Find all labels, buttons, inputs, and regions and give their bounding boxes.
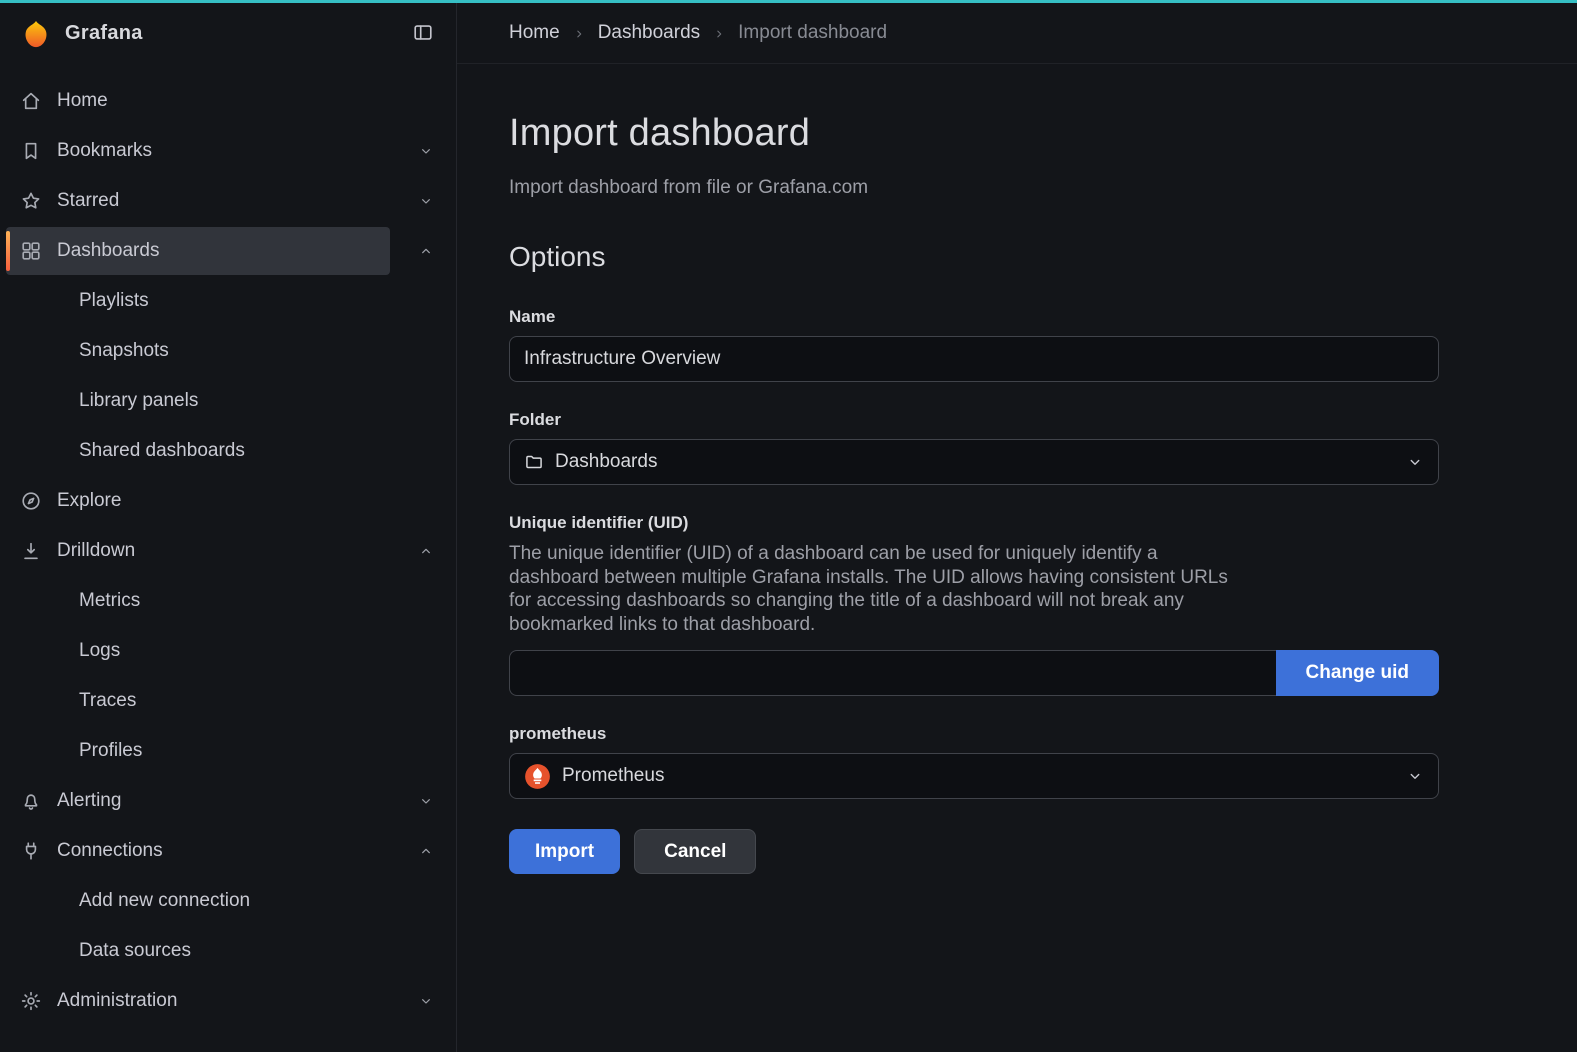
sidebar-item-snapshots[interactable]: Snapshots bbox=[0, 326, 456, 376]
breadcrumb-item-home[interactable]: Home bbox=[509, 22, 560, 44]
datasource-select[interactable]: Prometheus bbox=[509, 753, 1439, 799]
form-actions: Import Cancel bbox=[509, 829, 1525, 874]
sidebar-item-label: Data sources bbox=[79, 940, 191, 962]
sidebar-item-playlists[interactable]: Playlists bbox=[0, 276, 456, 326]
import-button[interactable]: Import bbox=[509, 829, 620, 874]
datasource-select-value: Prometheus bbox=[562, 765, 664, 787]
home-icon bbox=[20, 90, 42, 112]
sidebar-item-label: Metrics bbox=[79, 590, 140, 612]
chevron-right-icon bbox=[572, 27, 586, 41]
folder-label: Folder bbox=[509, 410, 1439, 430]
sidebar-item-connections[interactable]: Connections bbox=[0, 826, 456, 876]
breadcrumb-item-dashboards[interactable]: Dashboards bbox=[598, 22, 700, 44]
dashboard-name-input[interactable] bbox=[509, 336, 1439, 382]
sidebar-item-label: Library panels bbox=[79, 390, 198, 412]
sidebar-item-starred[interactable]: Starred bbox=[0, 176, 456, 226]
uid-description: The unique identifier (UID) of a dashboa… bbox=[509, 542, 1249, 636]
sidebar-item-add-new-connection[interactable]: Add new connection bbox=[0, 876, 456, 926]
chevron-down-icon bbox=[1406, 767, 1424, 785]
brand-name: Grafana bbox=[65, 22, 143, 45]
bell-icon bbox=[20, 790, 42, 812]
folder-icon bbox=[524, 452, 544, 472]
sidebar-item-explore[interactable]: Explore bbox=[0, 476, 456, 526]
breadcrumb: Home Dashboards Import dashboard bbox=[509, 22, 887, 44]
sidebar-item-label: Alerting bbox=[57, 790, 121, 812]
sidebar-toggle-button[interactable] bbox=[408, 17, 438, 50]
sidebar-item-label: Dashboards bbox=[57, 240, 159, 262]
topbar: Home Dashboards Import dashboard bbox=[457, 3, 1577, 64]
sidebar-item-library-panels[interactable]: Library panels bbox=[0, 376, 456, 426]
datasource-field: prometheus Prometheus bbox=[509, 724, 1439, 799]
sidebar-item-data-sources[interactable]: Data sources bbox=[0, 926, 456, 976]
sidebar-item-bookmarks[interactable]: Bookmarks bbox=[0, 126, 456, 176]
chevron-up-icon bbox=[418, 843, 434, 859]
sidebar-item-traces[interactable]: Traces bbox=[0, 676, 456, 726]
uid-input[interactable] bbox=[509, 650, 1276, 696]
sidebar-nav: Home Bookmarks Starred Dashboards Playlists S… bbox=[0, 64, 456, 1026]
breadcrumb-item-import-dashboard: Import dashboard bbox=[738, 22, 887, 44]
cancel-button[interactable]: Cancel bbox=[634, 829, 756, 874]
chevron-down-icon bbox=[418, 193, 434, 209]
sidebar-item-home[interactable]: Home bbox=[0, 76, 456, 126]
folder-select[interactable]: Dashboards bbox=[509, 439, 1439, 485]
datasource-label: prometheus bbox=[509, 724, 1439, 744]
sidebar-item-label: Playlists bbox=[79, 290, 149, 312]
folder-field: Folder Dashboards bbox=[509, 410, 1439, 485]
sidebar-item-label: Logs bbox=[79, 640, 120, 662]
sidebar: Grafana Home Bookmarks Starred Dashboards Pl… bbox=[0, 3, 457, 1052]
sidebar-item-label: Drilldown bbox=[57, 540, 135, 562]
chevron-down-icon bbox=[418, 143, 434, 159]
plug-icon bbox=[20, 840, 42, 862]
sidebar-item-label: Traces bbox=[79, 690, 136, 712]
sidebar-item-label: Home bbox=[57, 90, 108, 112]
app: Grafana Home Bookmarks Starred Dashboards Pl… bbox=[0, 3, 1577, 1052]
sidebar-item-label: Snapshots bbox=[79, 340, 169, 362]
sidebar-item-label: Starred bbox=[57, 190, 119, 212]
chevron-down-icon bbox=[1406, 453, 1424, 471]
page-content: Import dashboard Import dashboard from f… bbox=[457, 64, 1577, 1052]
chevron-up-icon bbox=[418, 543, 434, 559]
sidebar-item-label: Administration bbox=[57, 990, 177, 1012]
uid-label: Unique identifier (UID) bbox=[509, 513, 1439, 533]
sidebar-item-logs[interactable]: Logs bbox=[0, 626, 456, 676]
sidebar-item-dashboards[interactable]: Dashboards bbox=[0, 226, 456, 276]
sidebar-item-metrics[interactable]: Metrics bbox=[0, 576, 456, 626]
chevron-down-icon bbox=[418, 993, 434, 1009]
folder-select-value: Dashboards bbox=[555, 451, 657, 473]
main-area: HomeDashboardsImport dashboard Import da… bbox=[457, 3, 1577, 1052]
sidebar-item-label: Add new connection bbox=[79, 890, 250, 912]
sidebar-item-shared-dashboards[interactable]: Shared dashboards bbox=[0, 426, 456, 476]
grafana-logo-icon[interactable] bbox=[20, 18, 52, 50]
name-label: Name bbox=[509, 307, 1439, 327]
sidebar-item-label: Bookmarks bbox=[57, 140, 152, 162]
chevron-down-icon bbox=[418, 793, 434, 809]
sidebar-item-administration[interactable]: Administration bbox=[0, 976, 456, 1026]
star-icon bbox=[20, 190, 42, 212]
uid-field: Unique identifier (UID) The unique ident… bbox=[509, 513, 1439, 696]
prometheus-icon bbox=[524, 763, 551, 790]
compass-icon bbox=[20, 490, 42, 512]
sidebar-header: Grafana bbox=[0, 3, 456, 64]
gear-icon bbox=[20, 990, 42, 1012]
name-field: Name bbox=[509, 307, 1439, 382]
apps-icon bbox=[20, 240, 42, 262]
sidebar-item-label: Shared dashboards bbox=[79, 440, 245, 462]
page-title: Import dashboard bbox=[509, 112, 1525, 155]
sidebar-item-label: Explore bbox=[57, 490, 121, 512]
sidebar-item-alerting[interactable]: Alerting bbox=[0, 776, 456, 826]
sidebar-item-profiles[interactable]: Profiles bbox=[0, 726, 456, 776]
chevron-right-icon bbox=[712, 27, 726, 41]
chevron-up-icon bbox=[418, 243, 434, 259]
options-heading: Options bbox=[509, 241, 1525, 273]
change-uid-button[interactable]: Change uid bbox=[1276, 650, 1439, 696]
sidebar-item-drilldown[interactable]: Drilldown bbox=[0, 526, 456, 576]
sidebar-item-label: Connections bbox=[57, 840, 163, 862]
page-subtitle: Import dashboard from file or Grafana.co… bbox=[509, 177, 1525, 199]
bookmark-icon bbox=[20, 140, 42, 162]
drilldown-icon bbox=[20, 540, 42, 562]
sidebar-item-label: Profiles bbox=[79, 740, 142, 762]
panel-toggle-icon bbox=[412, 21, 434, 46]
